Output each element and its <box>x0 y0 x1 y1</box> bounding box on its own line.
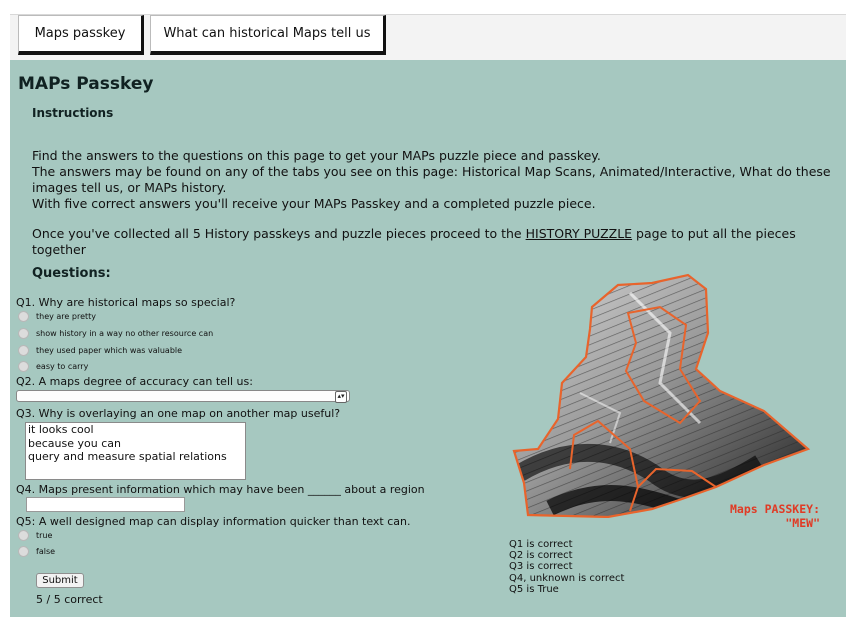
instructions-heading: Instructions <box>32 106 114 120</box>
option-label: show history in a way no other resource … <box>36 329 214 338</box>
option-label: they are pretty <box>36 312 97 321</box>
radio-button[interactable] <box>18 345 29 356</box>
option-label: false <box>36 547 56 556</box>
passkey-label: Maps PASSKEY: "MEW" <box>680 502 820 530</box>
question-1: Q1. Why are historical maps so special? <box>16 296 236 309</box>
score-text: 5 / 5 correct <box>36 593 103 606</box>
radio-button[interactable] <box>18 546 29 557</box>
q5-option-true[interactable]: true <box>18 530 52 541</box>
q1-option-2[interactable]: show history in a way no other resource … <box>18 328 213 339</box>
q3-option-1[interactable]: it looks cool <box>28 423 243 437</box>
passkey-line-1: Maps PASSKEY: <box>729 502 820 516</box>
instruction-line-3: With five correct answers you'll receive… <box>32 196 596 211</box>
radio-button[interactable] <box>18 361 29 372</box>
result-q1: Q1 is correct <box>509 539 573 550</box>
history-puzzle-link[interactable]: HISTORY PUZZLE <box>526 226 632 241</box>
radio-button[interactable] <box>18 530 29 541</box>
question-2: Q2. A maps degree of accuracy can tell u… <box>16 375 253 388</box>
content-panel: MAPs Passkey Instructions Find the answe… <box>10 60 846 617</box>
question-3: Q3. Why is overlaying an one map on anot… <box>16 407 341 420</box>
result-q2: Q2 is correct <box>509 550 573 562</box>
q5-option-false[interactable]: false <box>18 546 55 557</box>
page-title: MAPs Passkey <box>18 74 154 94</box>
q4-text-input[interactable] <box>26 497 185 512</box>
passkey-line-2: "MEW" <box>785 516 820 530</box>
collect-paragraph: Once you've collected all 5 History pass… <box>32 226 832 258</box>
radio-button[interactable] <box>18 311 29 322</box>
instructions-text: Find the answers to the questions on thi… <box>32 148 832 212</box>
q1-option-1[interactable]: they are pretty <box>18 311 96 322</box>
tab-maps-passkey[interactable]: Maps passkey <box>18 15 144 55</box>
q3-option-3[interactable]: query and measure spatial relations <box>28 450 243 464</box>
option-label: easy to carry <box>36 362 89 371</box>
select-arrows-icon: ▴▾ <box>335 391 347 403</box>
instruction-line-2: The answers may be found on any of the t… <box>32 164 831 195</box>
instruction-line-1: Find the answers to the questions on thi… <box>32 148 601 163</box>
collect-text-before: Once you've collected all 5 History pass… <box>32 226 526 241</box>
q1-option-3[interactable]: they used paper which was valuable <box>18 345 182 356</box>
result-q3: Q3 is correct <box>509 561 573 573</box>
top-bar: Maps passkey What can historical Maps te… <box>0 0 859 61</box>
q3-option-2[interactable]: because you can <box>28 437 243 451</box>
historical-map-puzzle-image <box>512 273 811 518</box>
result-q4: Q4, unknown is correct <box>509 572 625 584</box>
map-texture <box>514 275 808 517</box>
questions-heading: Questions: <box>32 266 111 281</box>
option-label: true <box>36 531 53 540</box>
q2-select[interactable]: ▴▾ <box>16 390 350 403</box>
question-4: Q4. Maps present information which may h… <box>16 483 425 496</box>
submit-button[interactable]: Submit <box>36 573 84 588</box>
tab-what-can-historical-maps-tell-us[interactable]: What can historical Maps tell us <box>150 15 386 55</box>
results-list: Q1 is correct Q2 is correct Q3 is correc… <box>509 539 624 595</box>
q3-listbox[interactable]: it looks cool because you can query and … <box>25 422 246 480</box>
question-5: Q5: A well designed map can display info… <box>16 515 411 528</box>
result-q5: Q5 is True <box>509 583 559 595</box>
radio-button[interactable] <box>18 328 29 339</box>
q1-option-4[interactable]: easy to carry <box>18 361 88 372</box>
option-label: they used paper which was valuable <box>36 346 183 355</box>
tab-strip: Maps passkey What can historical Maps te… <box>10 14 846 61</box>
